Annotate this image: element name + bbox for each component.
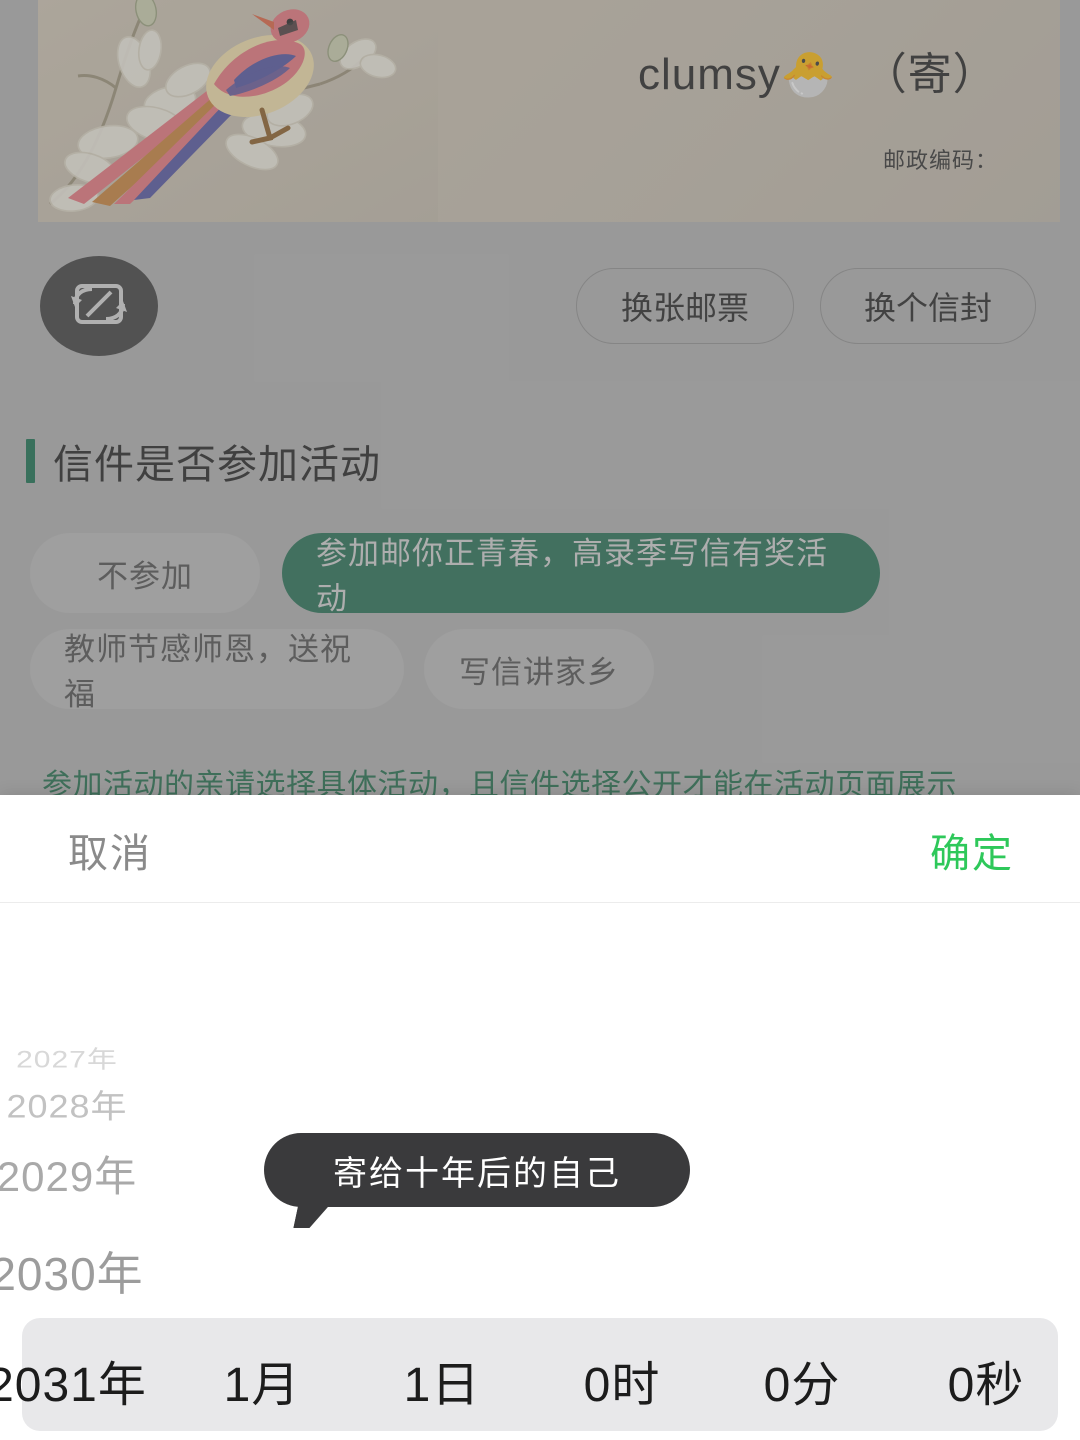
picker-selected-minute[interactable]: 0分 [712,1345,892,1415]
picker-selected-year[interactable]: 2031年 [0,1345,182,1415]
picker-selected-day[interactable]: 1日 [352,1345,532,1415]
picker-year-option[interactable]: 2030年 [0,1238,182,1304]
picker-selected-hour[interactable]: 0时 [532,1345,712,1415]
picker-year-option[interactable]: 2027年 [0,1039,182,1074]
picker-tooltip: 寄给十年后的自己 [264,1133,690,1228]
tooltip-tail [293,1204,331,1228]
picker-tooltip-text: 寄给十年后的自己 [333,1154,621,1193]
cancel-button[interactable]: 取消 [68,821,152,879]
confirm-button[interactable]: 确定 [930,821,1014,879]
picker-selected-month[interactable]: 1月 [172,1345,352,1415]
picker-selected-second[interactable]: 0秒 [892,1345,1080,1415]
picker-year-option[interactable]: 2029年 [0,1143,182,1204]
picker-year-option[interactable]: 2028年 [0,1081,182,1128]
picker-toolbar: 取消 确定 [0,795,1080,903]
